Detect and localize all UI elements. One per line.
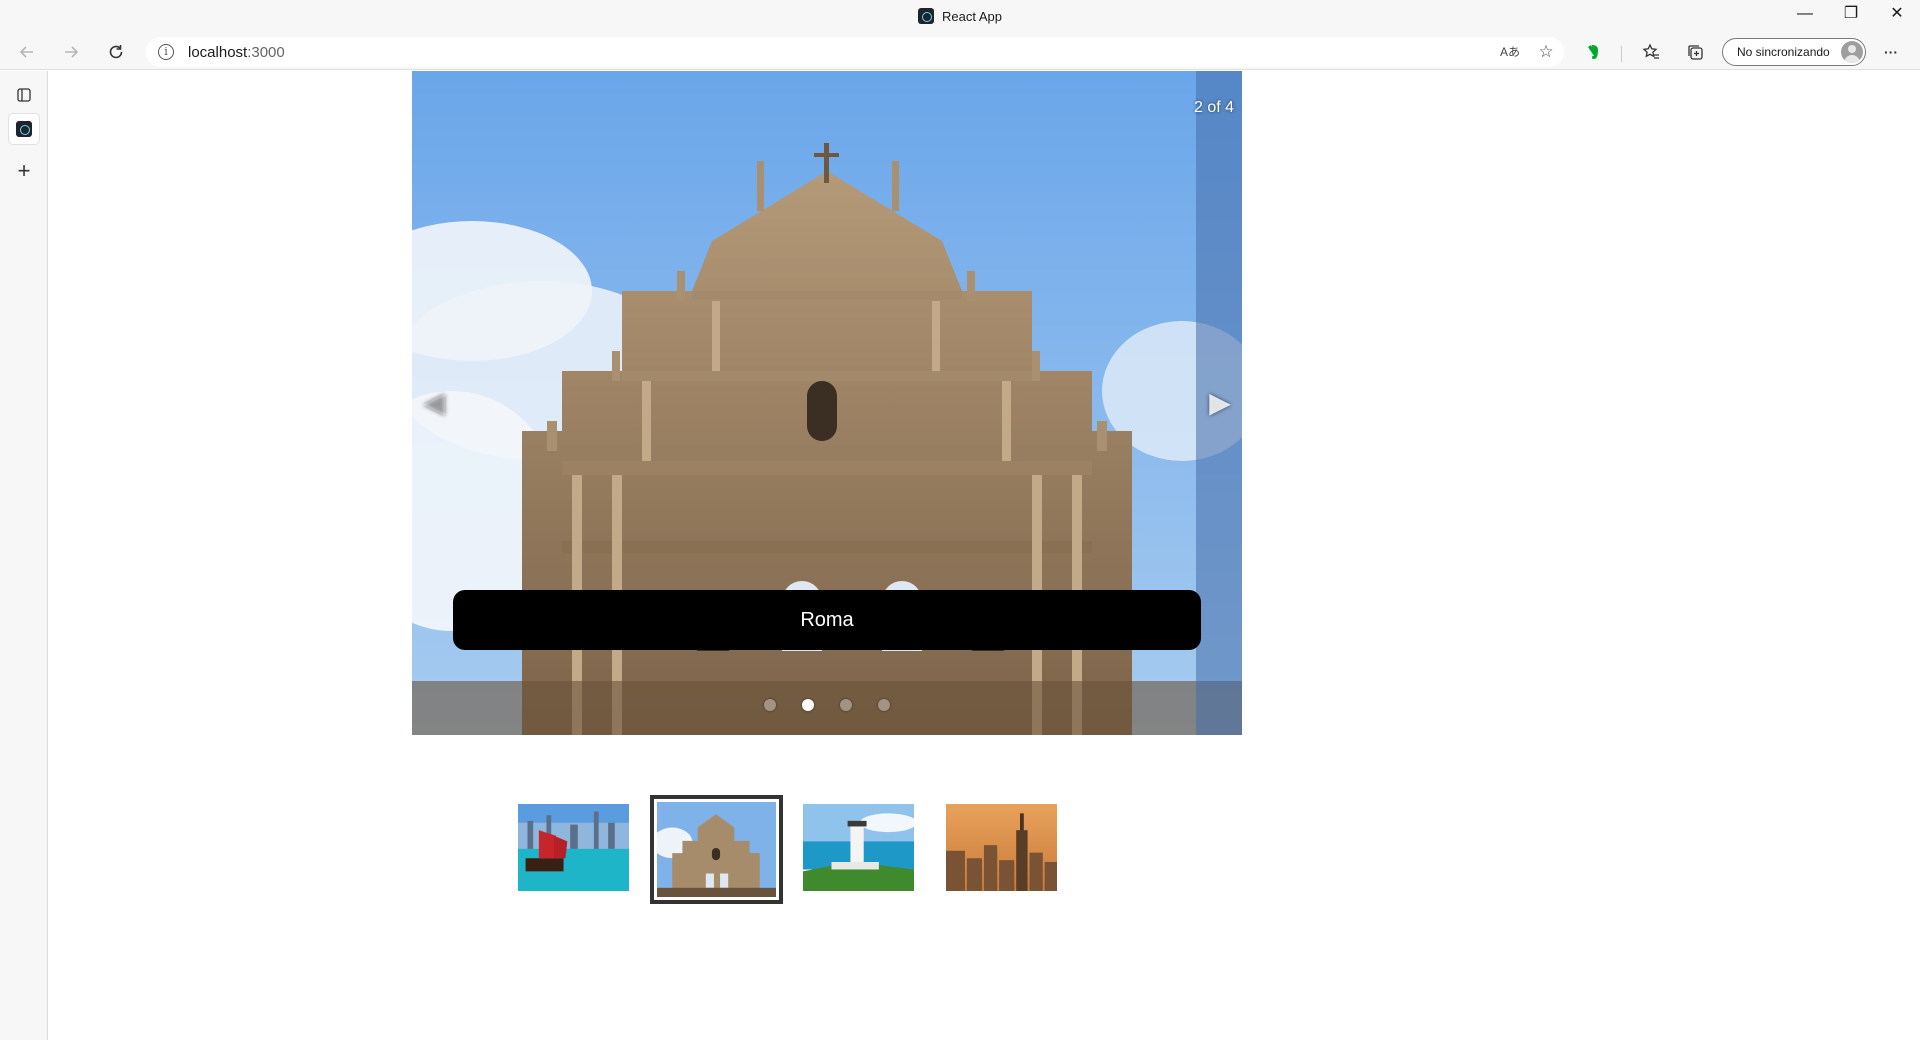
window-title-text: React App <box>942 9 1002 24</box>
arrow-right-icon <box>65 46 79 58</box>
back-button[interactable] <box>12 38 42 66</box>
image-carousel[interactable]: 2 of 4 ◀ ▶ Roma <box>412 71 1242 735</box>
more-menu-button[interactable]: ··· <box>1878 40 1904 64</box>
slide-dot-1[interactable] <box>764 699 776 711</box>
refresh-icon <box>109 45 123 59</box>
vertical-tabs-strip: + <box>0 71 48 1040</box>
thumbnail-image <box>657 802 776 897</box>
thumbnail-image <box>946 804 1057 891</box>
collections-icon <box>1688 45 1703 60</box>
plus-icon: + <box>17 158 31 183</box>
read-aloud-icon[interactable]: Aあ <box>1499 42 1521 62</box>
browser-toolbar: i localhost:3000 Aあ ☆ No sincronizando ·… <box>0 34 1920 70</box>
refresh-button[interactable] <box>101 38 131 66</box>
react-app-tab[interactable] <box>9 114 39 144</box>
page-content: 2 of 4 ◀ ▶ Roma <box>49 71 1920 1040</box>
url-text[interactable]: localhost:3000 <box>188 44 285 61</box>
favorites-button[interactable] <box>1638 40 1664 64</box>
thumbnail-ruins-of-st-pauls[interactable] <box>650 795 783 904</box>
forward-button[interactable] <box>56 38 86 66</box>
next-slide-button[interactable]: ▶ <box>1202 383 1238 423</box>
thumbnail-hong-kong-harbor[interactable] <box>515 801 632 894</box>
favorites-icon <box>1642 43 1659 59</box>
thumbnail-image <box>803 804 914 891</box>
tab-actions-icon <box>17 88 31 102</box>
thumbnail-new-york-skyline[interactable] <box>943 801 1060 894</box>
title-bar: React App — ❐ ✕ <box>0 0 1920 34</box>
thumbnail-image <box>518 804 629 891</box>
profile-label: No sincronizando <box>1737 45 1830 59</box>
tab-actions-button[interactable] <box>9 80 39 110</box>
slide-dot-2[interactable] <box>802 699 814 711</box>
restore-button[interactable]: ❐ <box>1828 0 1874 30</box>
arrow-left-icon <box>19 46 33 58</box>
react-favicon-icon <box>918 8 934 24</box>
add-favorite-icon[interactable]: ☆ <box>1535 42 1557 62</box>
window-title: React App <box>0 8 1920 24</box>
slide-counter: 2 of 4 <box>1193 99 1234 116</box>
slide-legend: Roma <box>453 590 1201 650</box>
slide-dot-3[interactable] <box>840 699 852 711</box>
profile-button[interactable]: No sincronizando <box>1722 38 1866 66</box>
toolbar-separator <box>1621 46 1622 62</box>
react-favicon-icon <box>16 120 32 137</box>
slide-indicators <box>412 698 1242 716</box>
avatar <box>1841 41 1863 63</box>
previous-slide-button[interactable]: ◀ <box>416 383 452 423</box>
slide-dot-4[interactable] <box>878 699 890 711</box>
collections-button[interactable] <box>1682 40 1708 64</box>
thumbnail-lighthouse-coast[interactable] <box>800 801 917 894</box>
close-button[interactable]: ✕ <box>1874 0 1920 30</box>
minimize-button[interactable]: — <box>1782 0 1828 30</box>
new-tab-button[interactable]: + <box>9 156 39 186</box>
address-bar[interactable]: i localhost:3000 Aあ ☆ <box>146 37 1564 67</box>
site-info-icon[interactable]: i <box>158 44 174 60</box>
evernote-icon[interactable] <box>1580 40 1606 64</box>
